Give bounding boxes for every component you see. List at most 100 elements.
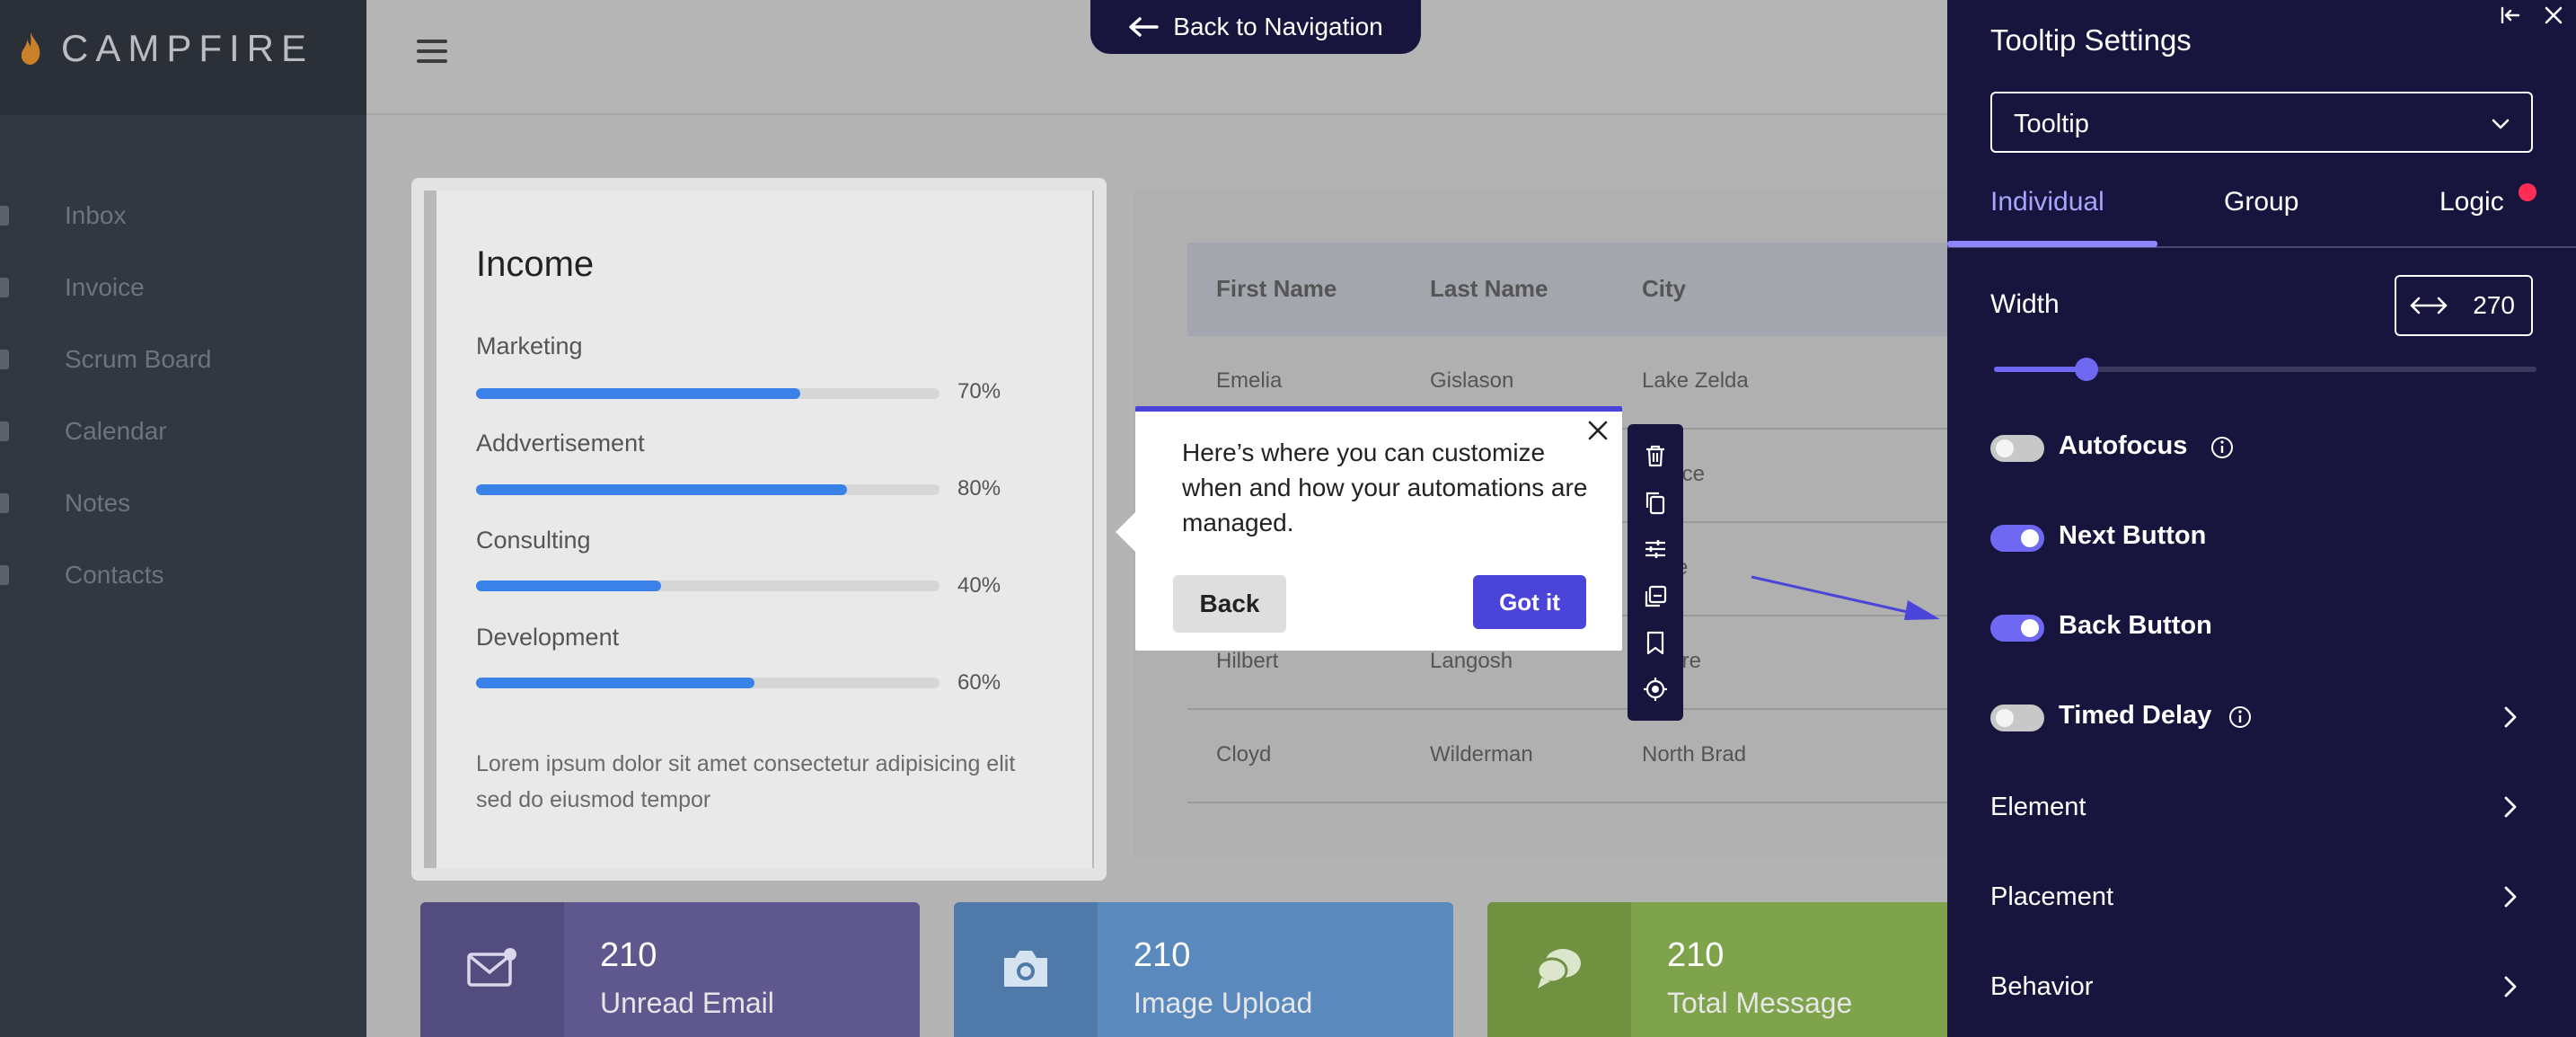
metric-percent-marketing: 70%	[957, 379, 1001, 403]
sidebar-item-invoice[interactable]: Invoice	[0, 252, 366, 324]
chevron-right-icon	[2504, 796, 2517, 818]
timed-delay-row[interactable]: Timed Delay	[1990, 696, 2533, 740]
width-input[interactable]: 270	[2395, 275, 2533, 336]
close-panel-icon[interactable]	[2542, 4, 2565, 27]
back-to-navigation-button[interactable]: Back to Navigation	[1090, 0, 1421, 54]
table-cell: Wilderman	[1430, 742, 1533, 767]
tooltip-toolbar	[1628, 424, 1683, 721]
tooltip-type-select[interactable]: Tooltip	[1990, 92, 2533, 153]
bookmark-icon[interactable]	[1642, 629, 1669, 656]
metric-label-development: Development	[476, 624, 620, 651]
sidebar-item-label: Calendar	[65, 417, 167, 445]
section-element[interactable]: Element	[1990, 785, 2533, 830]
chevron-down-icon	[2492, 119, 2510, 129]
stat-label: Total Message	[1667, 987, 1853, 1019]
hamburger-menu-icon[interactable]	[417, 40, 447, 63]
inbox-icon	[0, 206, 9, 226]
tooltip-message: Here’s where you can customize when and …	[1182, 439, 1588, 536]
back-button-toggle[interactable]	[1990, 615, 2044, 642]
chat-icon	[1536, 949, 1581, 988]
sidebar-item-label: Invoice	[65, 273, 145, 301]
pointer-arrow-icon	[1751, 575, 1940, 620]
metric-fill-marketing	[476, 388, 801, 399]
contacts-icon	[0, 565, 9, 585]
metric-fill-consulting	[476, 581, 662, 591]
stat-card-total-message[interactable]: 210 Total Message	[1487, 902, 1987, 1037]
table-cell: Cloyd	[1216, 742, 1272, 767]
settings-tabs: Individual Group Logic	[1947, 171, 2576, 248]
tooltip-got-it-button[interactable]: Got it	[1473, 575, 1586, 629]
target-icon[interactable]	[1642, 676, 1669, 703]
tooltip-back-button[interactable]: Back	[1173, 575, 1286, 633]
sidebar-item-label: Scrum Board	[65, 345, 212, 373]
stat-card-image-upload[interactable]: 210 Image Upload	[954, 902, 1453, 1037]
width-value: 270	[2473, 291, 2515, 319]
collapse-panel-icon[interactable]	[2499, 4, 2522, 27]
stat-card-unread-email[interactable]: 210 Unread Email	[420, 902, 920, 1037]
stat-value: 210	[1134, 936, 1191, 974]
duplicate-icon[interactable]	[1642, 582, 1669, 609]
row-divider	[1187, 708, 1947, 710]
brand: CAMPFIRE	[0, 0, 366, 115]
section-behavior[interactable]: Behavior	[1990, 965, 2533, 1010]
sidebar-nav: Inbox Invoice Scrum Board Calendar Notes…	[0, 180, 366, 611]
width-label: Width	[1990, 289, 2060, 319]
brand-name: CAMPFIRE	[61, 27, 314, 69]
metric-label-consulting: Consulting	[476, 527, 591, 554]
timed-delay-toggle[interactable]	[1990, 705, 2044, 731]
copy-icon[interactable]	[1642, 489, 1669, 516]
tab-logic[interactable]: Logic	[2439, 187, 2504, 217]
column-header-first-name[interactable]: First Name	[1216, 275, 1337, 303]
metric-bar-consulting	[476, 581, 940, 591]
tab-group[interactable]: Group	[2224, 187, 2298, 217]
sidebar-item-inbox[interactable]: Inbox	[0, 180, 366, 252]
slider-handle[interactable]	[2074, 358, 2098, 381]
sliders-icon[interactable]	[1642, 536, 1669, 563]
back-button-label: Back Button	[2059, 611, 2212, 640]
tab-individual[interactable]: Individual	[1990, 187, 2104, 217]
column-header-city[interactable]: City	[1642, 275, 1686, 303]
metric-percent-development: 60%	[957, 670, 1001, 695]
section-label: Element	[1990, 793, 2086, 821]
invoice-icon	[0, 278, 9, 297]
sidebar-item-label: Contacts	[65, 561, 164, 589]
width-slider[interactable]	[1994, 358, 2536, 381]
table-cell: Gislason	[1430, 368, 1514, 393]
trash-icon[interactable]	[1642, 442, 1669, 469]
sidebar-item-contacts[interactable]: Contacts	[0, 539, 366, 611]
sidebar-item-calendar[interactable]: Calendar	[0, 395, 366, 467]
metric-percent-consulting: 40%	[957, 573, 1001, 598]
autofocus-toggle[interactable]	[1990, 435, 2044, 462]
chevron-right-icon	[2504, 976, 2517, 997]
sidebar-item-notes[interactable]: Notes	[0, 467, 366, 539]
back-to-navigation-label: Back to Navigation	[1173, 13, 1383, 40]
logic-notification-badge	[2519, 183, 2536, 201]
metric-fill-advertisement	[476, 484, 847, 495]
metric-bar-marketing	[476, 388, 940, 399]
horizontal-resize-icon	[2410, 297, 2448, 315]
stat-icon-box	[1487, 902, 1631, 1037]
panel-title: Tooltip Settings	[1990, 23, 2192, 57]
sidebar-item-scrum-board[interactable]: Scrum Board	[0, 324, 366, 395]
next-button-label: Next Button	[2059, 521, 2207, 550]
table-cell: Hilbert	[1216, 649, 1279, 673]
info-icon[interactable]	[2210, 435, 2235, 460]
column-header-last-name[interactable]: Last Name	[1430, 275, 1548, 303]
row-divider	[1187, 802, 1947, 803]
metric-bar-advertisement	[476, 484, 940, 495]
stat-icon-box	[420, 902, 564, 1037]
camera-icon	[1004, 951, 1047, 987]
sidebar-item-label: Inbox	[65, 201, 127, 229]
metric-label-marketing: Marketing	[476, 332, 583, 359]
next-button-toggle[interactable]	[1990, 525, 2044, 552]
info-icon[interactable]	[2228, 705, 2253, 730]
timed-delay-label: Timed Delay	[2059, 701, 2212, 730]
stat-icon-box	[954, 902, 1098, 1037]
calendar-icon	[0, 421, 9, 441]
income-description: Lorem ipsum dolor sit amet consectetur a…	[476, 751, 1016, 812]
section-placement[interactable]: Placement	[1990, 875, 2533, 920]
stat-value: 210	[1667, 936, 1725, 974]
table-cell: Lake Zelda	[1642, 368, 1749, 393]
metric-fill-development	[476, 678, 754, 688]
stat-label: Image Upload	[1134, 987, 1313, 1019]
